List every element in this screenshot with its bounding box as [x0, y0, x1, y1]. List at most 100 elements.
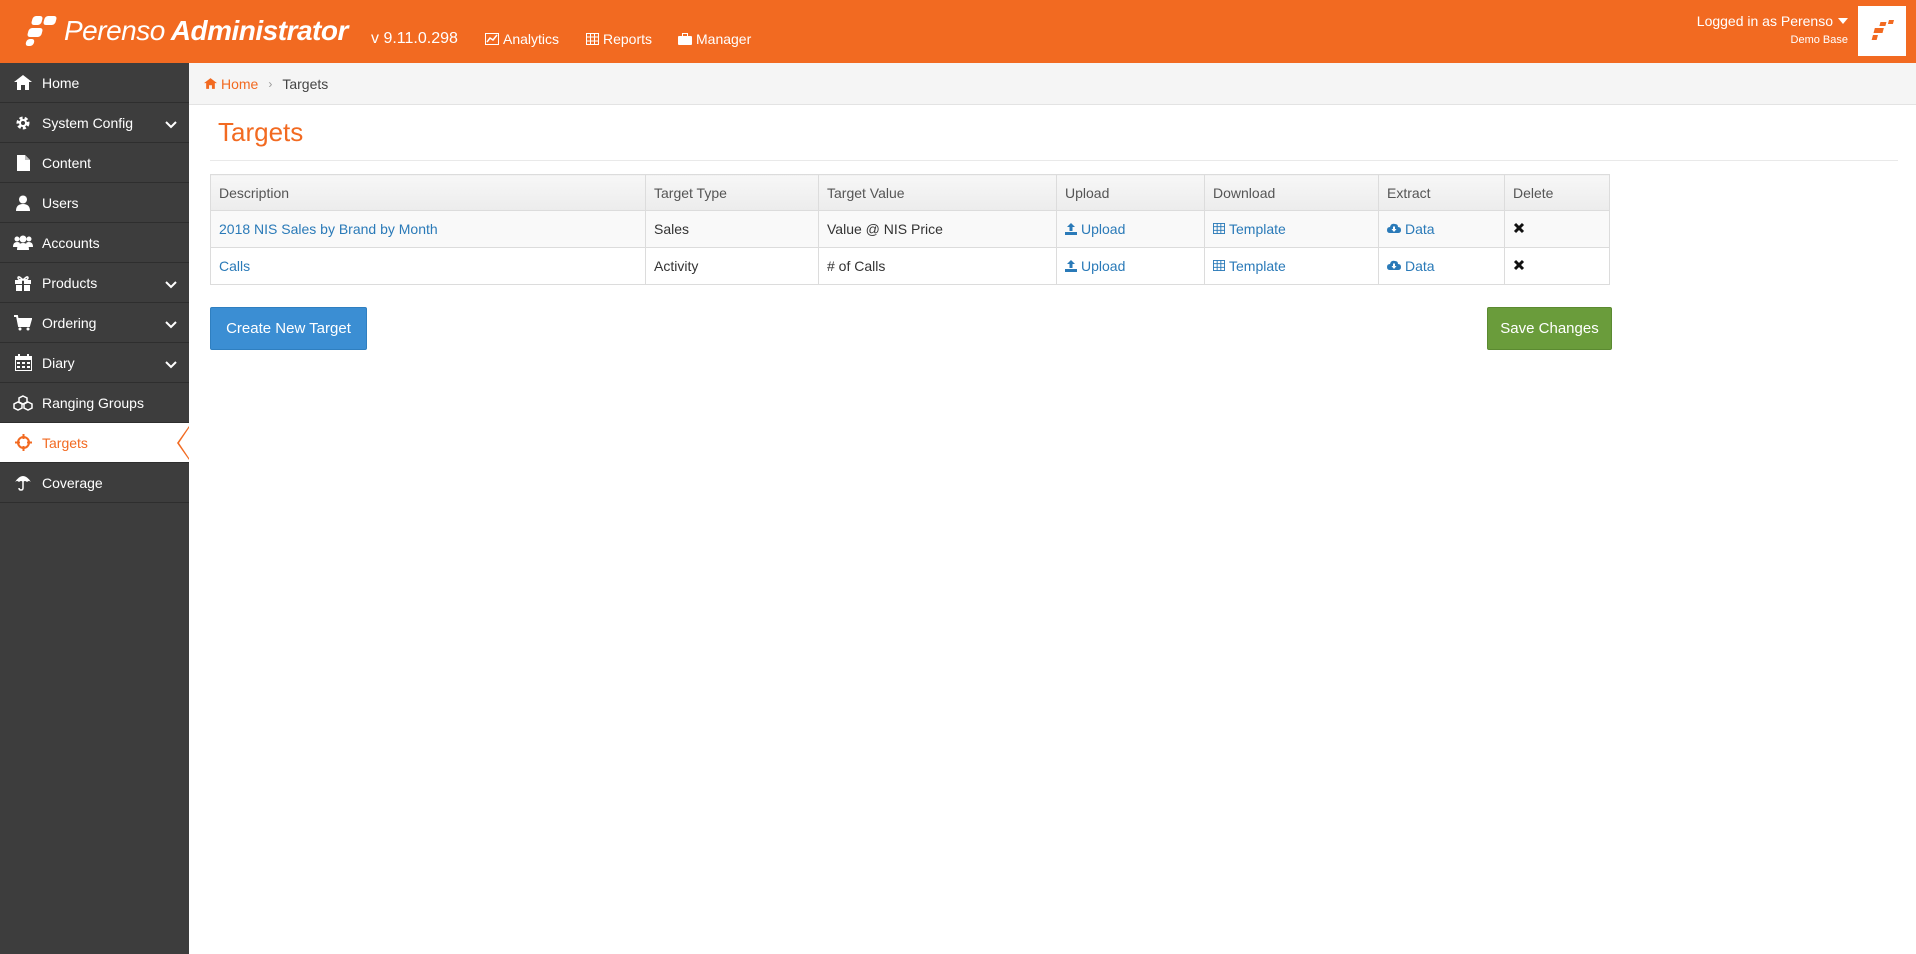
version-label: v 9.11.0.298 [371, 30, 458, 47]
column-header-upload[interactable]: Upload [1056, 174, 1205, 211]
top-bar: Perenso Administrator v 9.11.0.298 Analyt… [0, 0, 1916, 63]
sidebar-item-ranging-groups[interactable]: Ranging Groups [0, 383, 189, 423]
sidebar-item-label: Coverage [42, 474, 103, 491]
create-new-target-button[interactable]: Create New Target [210, 307, 367, 350]
divider [210, 160, 1898, 161]
file-icon [12, 154, 34, 172]
target-type-cell: Activity [645, 247, 819, 285]
upload-icon [1065, 222, 1077, 235]
data-link[interactable]: Data [1387, 221, 1435, 237]
sidebar-item-label: Ranging Groups [42, 394, 144, 411]
chevron-down-icon [165, 356, 177, 372]
data-link[interactable]: Data [1387, 258, 1435, 274]
sidebar-item-diary[interactable]: Diary [0, 343, 189, 383]
upload-label: Upload [1081, 220, 1126, 237]
delete-icon[interactable] [1513, 221, 1525, 237]
calendar-icon [12, 354, 34, 372]
nav-manager-label: Manager [696, 31, 752, 47]
table-header-row: Description Target Type Target Value Upl… [210, 174, 1610, 211]
sidebar-item-label: Users [42, 194, 79, 211]
upload-link[interactable]: Upload [1065, 258, 1125, 274]
sidebar-item-home[interactable]: Home [0, 63, 189, 103]
sidebar-item-label: Accounts [42, 234, 100, 251]
brand-product: Administrator [170, 15, 349, 46]
user-menu[interactable]: Logged in as Perenso Demo Base [1697, 13, 1848, 46]
column-header-extract[interactable]: Extract [1378, 174, 1505, 211]
chevron-right-icon: › [268, 76, 273, 91]
cart-icon [12, 314, 34, 332]
breadcrumb-home[interactable]: Home [204, 76, 258, 92]
nav-reports-label: Reports [603, 31, 653, 47]
template-label: Template [1229, 257, 1286, 274]
cloud-download-icon [1387, 224, 1401, 234]
umbrella-icon [12, 474, 34, 492]
sidebar-item-label: Content [42, 154, 92, 171]
logged-in-label: Logged in as Perenso [1696, 13, 1833, 29]
upload-link[interactable]: Upload [1065, 221, 1125, 237]
target-description-link[interactable]: 2018 NIS Sales by Brand by Month [219, 221, 438, 237]
table-icon [586, 33, 599, 45]
upload-icon [1065, 259, 1077, 272]
delete-icon[interactable] [1513, 258, 1525, 274]
template-link[interactable]: Template [1213, 258, 1286, 274]
nav-manager[interactable]: Manager [678, 31, 751, 47]
template-link[interactable]: Template [1213, 221, 1286, 237]
nav-reports[interactable]: Reports [586, 31, 652, 47]
sidebar-item-users[interactable]: Users [0, 183, 189, 223]
cubes-icon [12, 394, 34, 412]
brand[interactable]: Perenso Administrator [25, 11, 349, 51]
chevron-down-icon [165, 116, 177, 132]
perenso-mark-icon [1871, 20, 1894, 40]
table-row: Calls Activity # of Calls Upload Templat… [210, 247, 1610, 285]
table-icon [1213, 260, 1225, 272]
template-label: Template [1229, 220, 1286, 237]
chevron-down-icon [165, 316, 177, 332]
sidebar-item-accounts[interactable]: Accounts [0, 223, 189, 263]
sidebar: Home System Config Content Users Account… [0, 63, 189, 954]
breadcrumb-home-label: Home [221, 75, 259, 92]
nav-analytics-label: Analytics [503, 31, 560, 47]
sidebar-item-label: System Config [42, 114, 134, 131]
breadcrumb: Home › Targets [189, 63, 1916, 105]
column-header-target-type[interactable]: Target Type [645, 174, 819, 211]
sidebar-item-label: Targets [42, 434, 88, 451]
user-icon [12, 194, 34, 212]
data-label: Data [1405, 220, 1435, 237]
cloud-download-icon [1387, 261, 1401, 271]
brand-name: Perenso [64, 15, 165, 46]
targets-table: Description Target Type Target Value Upl… [210, 174, 1610, 285]
table-row: 2018 NIS Sales by Brand by Month Sales V… [210, 210, 1610, 248]
sidebar-item-system-config[interactable]: System Config [0, 103, 189, 143]
column-header-target-value[interactable]: Target Value [818, 174, 1057, 211]
column-header-download[interactable]: Download [1204, 174, 1379, 211]
chart-icon [485, 33, 499, 45]
chevron-down-icon [165, 276, 177, 292]
table-icon [1213, 223, 1225, 235]
users-icon [12, 234, 34, 252]
sidebar-item-products[interactable]: Products [0, 263, 189, 303]
avatar[interactable] [1858, 6, 1906, 56]
sidebar-item-coverage[interactable]: Coverage [0, 463, 189, 503]
gear-icon [12, 114, 34, 132]
column-header-delete[interactable]: Delete [1504, 174, 1610, 211]
gift-icon [12, 274, 34, 292]
save-changes-button[interactable]: Save Changes [1487, 307, 1612, 350]
breadcrumb-current: Targets [282, 75, 329, 92]
crosshairs-icon [12, 434, 34, 452]
home-icon [12, 74, 34, 92]
briefcase-icon [678, 33, 692, 45]
target-description-link[interactable]: Calls [219, 258, 250, 274]
sidebar-item-ordering[interactable]: Ordering [0, 303, 189, 343]
upload-label: Upload [1081, 257, 1126, 274]
data-label: Data [1405, 257, 1435, 274]
column-header-description[interactable]: Description [210, 174, 646, 211]
sidebar-item-label: Home [42, 74, 80, 91]
target-value-cell: # of Calls [818, 247, 1057, 285]
home-icon [204, 78, 217, 89]
database-label: Demo Base [1790, 34, 1848, 46]
nav-analytics[interactable]: Analytics [485, 31, 559, 47]
target-value-cell: Value @ NIS Price [818, 210, 1057, 248]
sidebar-item-targets[interactable]: Targets [0, 423, 189, 463]
sidebar-item-content[interactable]: Content [0, 143, 189, 183]
perenso-logo-icon [25, 14, 60, 48]
